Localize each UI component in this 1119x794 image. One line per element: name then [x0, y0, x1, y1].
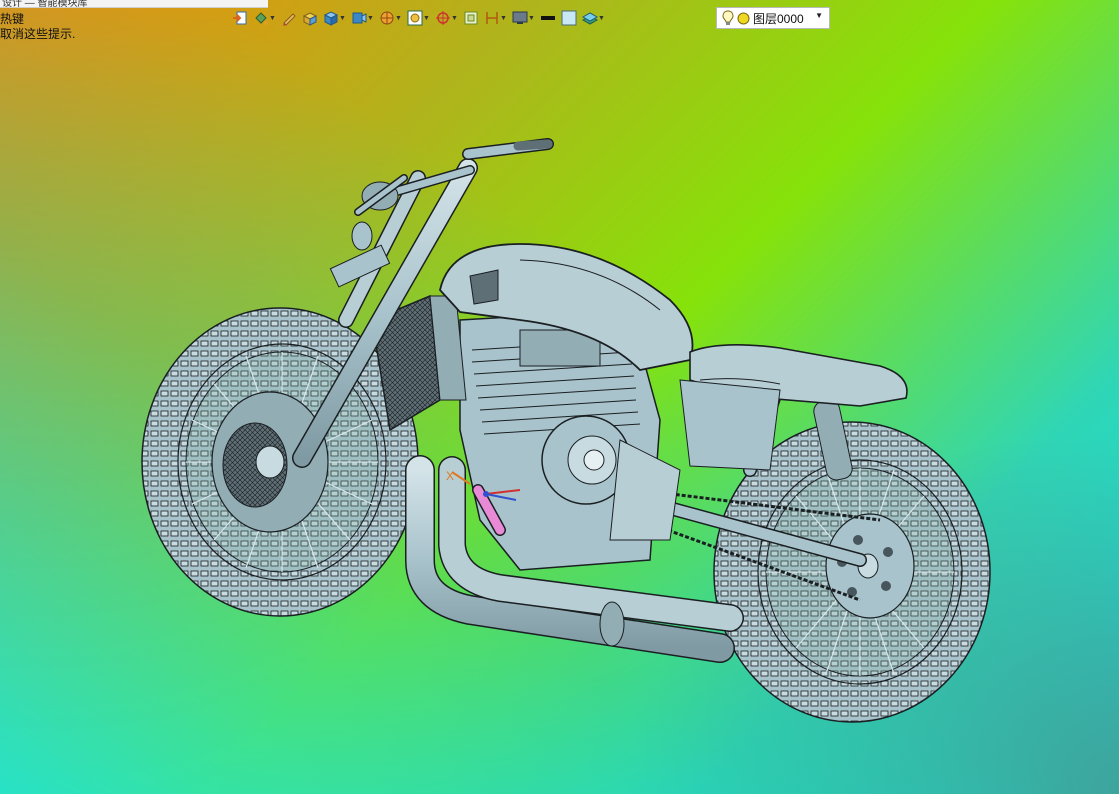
- snap-target-button[interactable]: ▼: [435, 7, 458, 29]
- camera-icon: [351, 10, 367, 26]
- import-icon: [232, 10, 248, 26]
- fill-color-icon: [561, 10, 577, 26]
- chevron-down-icon[interactable]: ▼: [500, 10, 507, 26]
- fit-view-button[interactable]: ▼: [407, 7, 430, 29]
- chevron-down-icon[interactable]: ▼: [598, 10, 605, 26]
- layers-button[interactable]: ▼: [582, 7, 605, 29]
- front-wheel[interactable]: [141, 307, 419, 617]
- lightbulb-icon[interactable]: [722, 10, 734, 26]
- pen-icon: [281, 10, 297, 26]
- layer-name: 图层0000: [753, 11, 804, 26]
- layer-color-icon[interactable]: [737, 12, 750, 25]
- fit-view-icon: [407, 10, 423, 26]
- layers-icon: [582, 10, 598, 26]
- chevron-down-icon[interactable]: ▼: [395, 10, 402, 26]
- cube-view-button[interactable]: ▼: [323, 7, 346, 29]
- paint-bucket-icon: [253, 10, 269, 26]
- chevron-down-icon[interactable]: ▼: [339, 10, 346, 26]
- pen-button[interactable]: [281, 7, 297, 29]
- chevron-down-icon[interactable]: ▼: [815, 11, 823, 20]
- chevron-down-icon[interactable]: ▼: [451, 10, 458, 26]
- fill-color-button[interactable]: [561, 7, 577, 29]
- solid-shading-button[interactable]: [302, 7, 318, 29]
- line-color-icon: [540, 10, 556, 26]
- snap-target-icon: [435, 10, 451, 26]
- display-icon: [512, 10, 528, 26]
- cube-view-icon: [323, 10, 339, 26]
- import-button[interactable]: [232, 7, 248, 29]
- line-color-button[interactable]: [540, 7, 556, 29]
- measure-icon: [484, 10, 500, 26]
- chevron-down-icon[interactable]: ▼: [269, 10, 276, 26]
- chevron-down-icon[interactable]: ▼: [528, 10, 535, 26]
- paint-bucket-button[interactable]: ▼: [253, 7, 276, 29]
- chevron-down-icon[interactable]: ▼: [367, 10, 374, 26]
- layer-select[interactable]: 图层0000 ▼: [716, 7, 830, 29]
- frame-button[interactable]: [463, 7, 479, 29]
- solid-shading-icon: [302, 10, 318, 26]
- display-button[interactable]: ▼: [512, 7, 535, 29]
- measure-button[interactable]: ▼: [484, 7, 507, 29]
- camera-button[interactable]: ▼: [351, 7, 374, 29]
- chevron-down-icon[interactable]: ▼: [423, 10, 430, 26]
- 3d-viewport[interactable]: 设计 — 智能模块库 热键 取消这些提示. X ▼ ▼ ▼ ▼ ▼ ▼ ▼ ▼ …: [0, 0, 1119, 794]
- view-toolbar: ▼ ▼ ▼ ▼ ▼ ▼ ▼ ▼ ▼: [232, 6, 610, 30]
- svg-text:X: X: [446, 469, 454, 483]
- motorcycle-model[interactable]: X: [0, 0, 1119, 794]
- section-icon: [379, 10, 395, 26]
- section-button[interactable]: ▼: [379, 7, 402, 29]
- frame-icon: [463, 10, 479, 26]
